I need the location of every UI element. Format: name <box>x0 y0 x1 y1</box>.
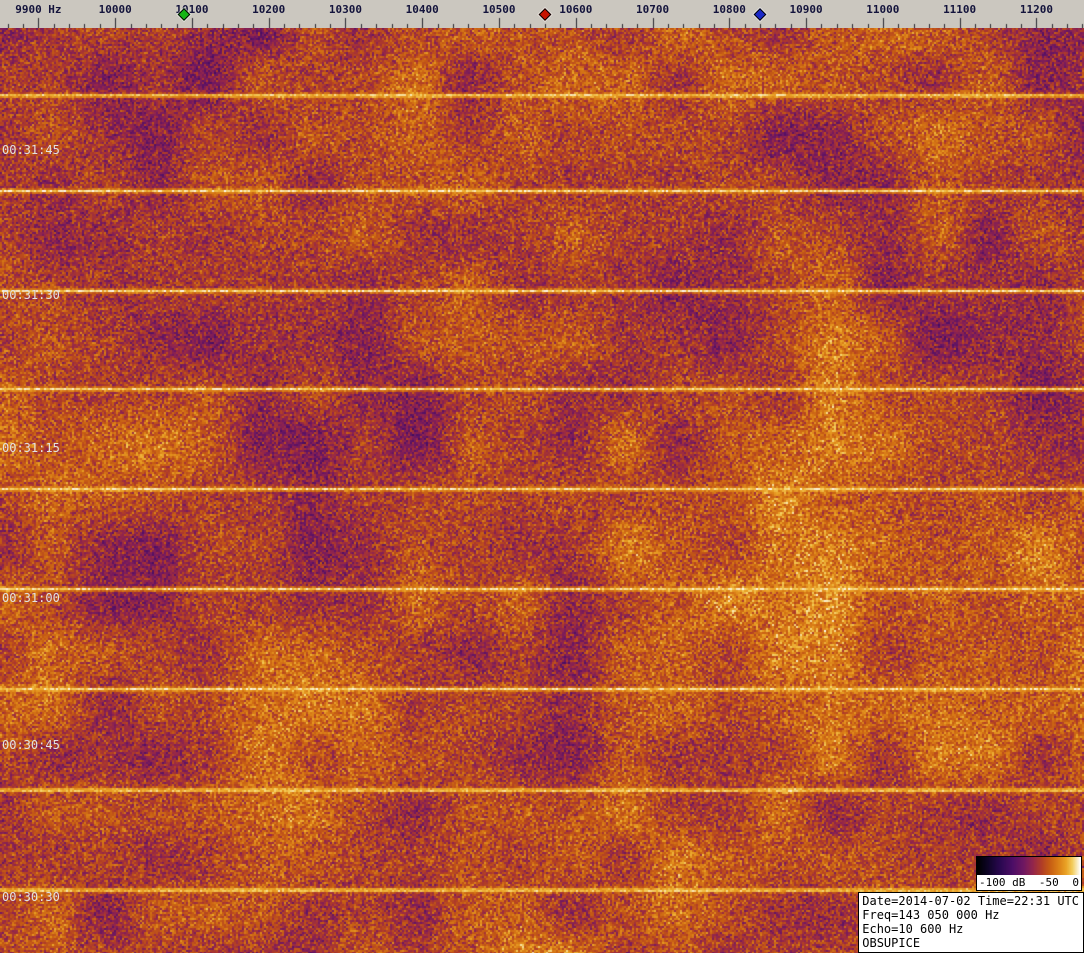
info-line-date: Date=2014-07-02 Time=22:31 UTC <box>862 894 1079 908</box>
freq-tick-label: 10900 <box>789 3 823 16</box>
scale-label-mid: -50 <box>1038 876 1059 889</box>
info-line-freq: Freq=143 050 000 Hz <box>862 908 1000 922</box>
freq-tick-label: 10000 <box>98 3 132 16</box>
freq-tick-label: 11200 <box>1019 3 1053 16</box>
color-scale-labels: -100 dB -50 0 <box>977 875 1081 890</box>
time-tick-label: 00:31:30 <box>2 288 60 303</box>
freq-tick-label: 10400 <box>405 3 439 16</box>
freq-tick-label: 10300 <box>328 3 363 16</box>
freq-tick-label: 10200 <box>252 3 286 16</box>
time-tick-label: 00:31:00 <box>2 590 60 605</box>
frequency-ruler[interactable]: 9900 Hz 10000 10100 10200 10300 10400 10500 106… <box>0 0 1084 28</box>
freq-tick-label: 10600 <box>559 3 593 16</box>
info-line-station: OBSUPICE <box>862 936 921 950</box>
scale-label-min: -100 dB <box>979 876 1026 889</box>
waterfall-display: -100 dB -50 0 Date=2014-07-02 Time=22:31… <box>0 28 1084 953</box>
freq-tick-label: 10700 <box>635 3 670 16</box>
color-scale-gradient <box>977 857 1081 875</box>
freq-tick-label: 10800 <box>712 3 746 16</box>
spectrogram-app: 9900 Hz 10000 10100 10200 10300 10400 10500 106… <box>0 0 1084 953</box>
freq-tick-label: 10500 <box>482 3 516 16</box>
spectrogram-canvas[interactable] <box>0 28 1084 953</box>
db-color-scale: -100 dB -50 0 <box>976 856 1082 891</box>
time-tick-label: 00:31:15 <box>2 440 60 455</box>
time-tick-label: 00:30:30 <box>2 889 60 904</box>
time-tick-label: 00:30:45 <box>2 737 60 752</box>
status-info-box: Date=2014-07-02 Time=22:31 UTC Freq=143 … <box>858 892 1084 953</box>
freq-tick-label: 11100 <box>943 3 977 16</box>
scale-label-max: 0 <box>1072 876 1079 889</box>
freq-tick-label: 9900 Hz <box>15 3 62 16</box>
info-line-echo: Echo=10 600 Hz <box>862 922 964 936</box>
time-tick-label: 00:31:45 <box>2 143 60 158</box>
freq-tick-label: 11000 <box>866 3 900 16</box>
